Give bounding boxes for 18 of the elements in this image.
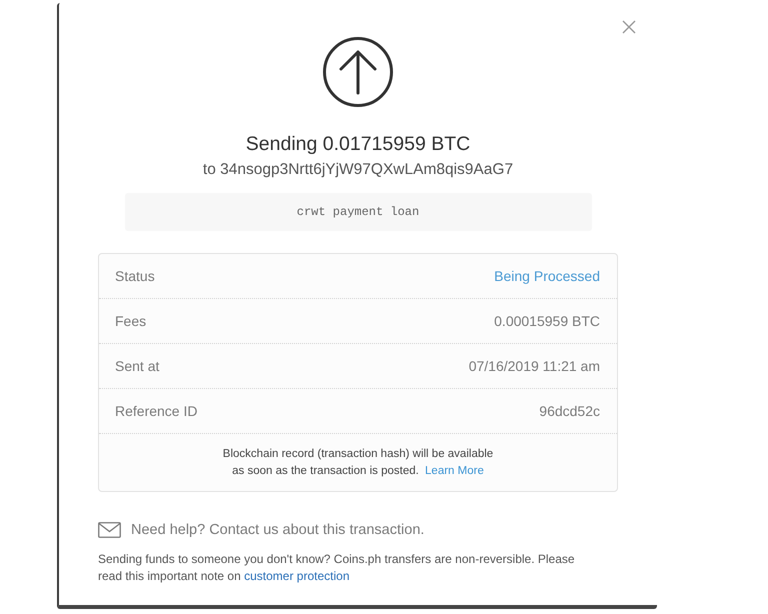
blockchain-note: Blockchain record (transaction hash) will be available as soon as the transaction is posted. Learn More <box>222 446 494 478</box>
sending-title: Sending 0.01715959 BTC <box>246 132 470 157</box>
detail-label: Fees <box>115 313 146 329</box>
memo-box: crwt payment loan <box>124 193 592 231</box>
detail-value: 96dcd52c <box>539 403 600 419</box>
detail-label: Reference ID <box>115 403 198 419</box>
envelope-icon <box>98 522 121 538</box>
close-icon[interactable] <box>622 20 636 34</box>
help-text[interactable]: Need help? Contact us about this transaction. <box>131 520 424 540</box>
recipient-address: to 34nsogp3Nrtt6jYjW97QXwLAm8qis9AaG7 <box>202 160 514 180</box>
customer-protection-link[interactable]: customer protection <box>244 569 350 583</box>
detail-value: 07/16/2019 11:21 am <box>468 358 600 374</box>
warning-text: Sending funds to someone you don't know? Coins.ph transfers are non-reversible. Please read this important note on customer protection <box>98 551 576 585</box>
learn-more-link[interactable]: Learn More <box>425 464 484 476</box>
detail-value: 0.00015959 BTC <box>494 313 600 329</box>
status-value: Being Processed <box>494 268 600 284</box>
detail-label: Status <box>115 268 155 284</box>
detail-label: Sent at <box>115 358 160 374</box>
